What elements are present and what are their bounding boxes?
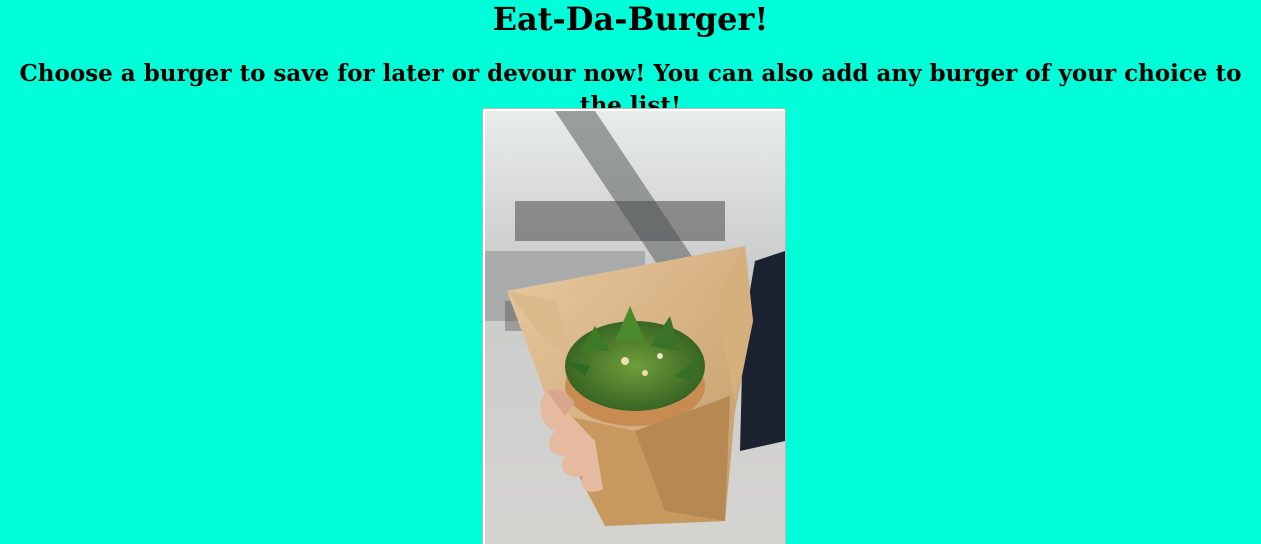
page-title: Eat-Da-Burger! [492,0,769,38]
burger-photo [485,111,785,544]
burger-image-card [482,108,786,544]
page: Eat-Da-Burger! Choose a burger to save f… [0,0,1261,544]
